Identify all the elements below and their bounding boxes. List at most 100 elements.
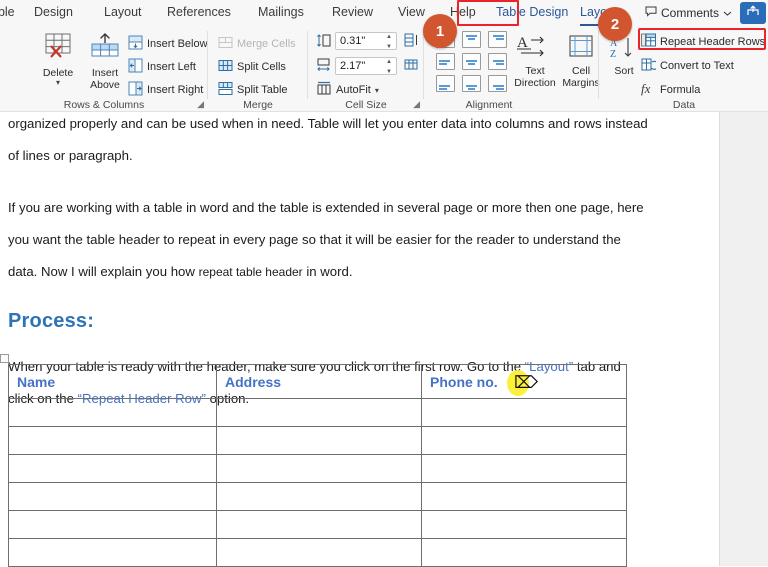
paragraph-2: If you are working with a table in word … <box>8 192 648 288</box>
align-middle-left-button[interactable] <box>436 53 455 70</box>
table-cell[interactable] <box>8 538 217 567</box>
step-badge-2: 2 <box>598 7 632 41</box>
tab-view[interactable]: View <box>395 2 428 24</box>
align-top-right-button[interactable] <box>488 31 507 48</box>
table-cell[interactable] <box>216 482 422 511</box>
table-header-cell-address[interactable]: Address <box>216 364 422 399</box>
formula-label: Formula <box>660 84 701 96</box>
table-cell[interactable] <box>216 538 422 567</box>
align-bottom-right-button[interactable] <box>488 75 507 92</box>
table-row[interactable] <box>8 426 627 455</box>
paragraph-2-run-2: repeat table header <box>198 265 303 279</box>
column-width-stepper[interactable]: ▲ ▼ <box>384 59 394 75</box>
table-cell[interactable] <box>8 398 217 427</box>
step-badge-1-number: 1 <box>435 22 445 40</box>
table-cell[interactable] <box>8 454 217 483</box>
table-row[interactable] <box>8 454 627 483</box>
insert-left-button[interactable]: Insert Left <box>128 57 196 77</box>
insert-below-button[interactable]: Insert Below <box>128 34 208 54</box>
split-cells-button[interactable]: Split Cells <box>218 57 286 77</box>
autofit-icon <box>316 81 332 99</box>
table-cell[interactable] <box>421 482 627 511</box>
distribute-columns-icon[interactable] <box>403 57 419 78</box>
insert-above-button[interactable]: Insert Above <box>82 32 128 91</box>
tab-design[interactable]: Design <box>31 2 76 24</box>
autofit-label: AutoFit <box>336 84 371 96</box>
step-badge-1: 1 <box>423 14 457 48</box>
chevron-down-icon[interactable]: ▾ <box>35 79 81 87</box>
insert-right-icon <box>128 81 143 99</box>
table-cell[interactable] <box>421 454 627 483</box>
table-cell[interactable] <box>216 398 422 427</box>
table-move-handle[interactable] <box>0 354 9 363</box>
table-cell[interactable] <box>216 510 422 539</box>
ribbon-group-cell-size: 0.31" ▲ ▼ 2.17" ▲ ▼ AutoFit ▾ Cell Size … <box>308 26 424 112</box>
chevron-down-icon[interactable] <box>723 4 732 23</box>
comments-button[interactable]: Comments <box>641 3 736 23</box>
table-cell[interactable] <box>421 398 627 427</box>
tab-table-design[interactable]: Table Design <box>493 2 571 24</box>
table-column-width-icon <box>316 58 331 78</box>
chevron-down-icon[interactable]: ▼ <box>386 69 392 75</box>
tab-layout-page[interactable]: Layout <box>101 2 145 24</box>
table-row[interactable] <box>8 510 627 539</box>
table-cell[interactable] <box>421 510 627 539</box>
merge-cells-button[interactable]: Merge Cells <box>218 34 296 54</box>
table-cell[interactable] <box>216 454 422 483</box>
table-cell[interactable] <box>8 482 217 511</box>
table-row[interactable] <box>8 398 627 427</box>
share-button[interactable] <box>740 2 766 24</box>
insert-left-label: Insert Left <box>147 61 196 73</box>
document-page[interactable]: organized properly and can be used when … <box>0 112 720 567</box>
table-cell[interactable] <box>8 510 217 539</box>
cell-margins-label-line1: Cell <box>571 65 591 77</box>
insert-right-label: Insert Right <box>147 84 204 96</box>
tab-review[interactable]: Review <box>329 2 376 24</box>
document-table[interactable]: Name Address Phone no. <box>8 364 627 567</box>
table-row[interactable] <box>8 482 627 511</box>
convert-to-text-button[interactable]: Convert to Text <box>641 56 734 76</box>
svg-text:Z: Z <box>610 49 616 60</box>
table-header-cell-name[interactable]: Name <box>8 364 217 399</box>
paragraph-1: organized properly and can be used when … <box>8 108 648 172</box>
autofit-button[interactable]: AutoFit ▾ <box>316 80 379 100</box>
merge-cells-label: Merge Cells <box>237 38 296 50</box>
delete-table-button[interactable]: Delete ▾ <box>35 32 81 87</box>
align-top-center-button[interactable] <box>462 31 481 48</box>
chevron-down-icon[interactable]: ▾ <box>375 86 379 95</box>
ribbon-group-data: A Z Sort Repeat Header Rows Convert to T… <box>599 26 768 112</box>
repeat-header-rows-button[interactable]: Repeat Header Rows <box>641 32 765 52</box>
row-height-stepper[interactable]: ▲ ▼ <box>384 34 394 50</box>
split-cells-label: Split Cells <box>237 61 286 73</box>
convert-to-text-icon <box>641 57 659 75</box>
table-column-width-input[interactable]: 2.17" ▲ ▼ <box>335 57 397 75</box>
chevron-up-icon[interactable]: ▲ <box>386 59 392 65</box>
tab-references[interactable]: References <box>164 2 234 24</box>
text-direction-label-line1: Text <box>525 65 545 77</box>
distribute-rows-icon[interactable] <box>403 32 419 53</box>
table-cell[interactable] <box>216 426 422 455</box>
align-bottom-center-button[interactable] <box>462 75 481 92</box>
table-cell[interactable] <box>421 538 627 567</box>
chevron-down-icon[interactable]: ▼ <box>386 44 392 50</box>
text-direction-button[interactable]: A Text Direction <box>512 34 558 89</box>
chevron-up-icon[interactable]: ▲ <box>386 34 392 40</box>
ribbon: able Design Layout References Mailings R… <box>0 0 768 112</box>
align-middle-center-button[interactable] <box>462 53 481 70</box>
table-cell[interactable] <box>421 426 627 455</box>
insert-right-button[interactable]: Insert Right <box>128 80 203 100</box>
align-bottom-left-button[interactable] <box>436 75 455 92</box>
split-table-button[interactable]: Split Table <box>218 80 288 100</box>
align-middle-right-button[interactable] <box>488 53 507 70</box>
tab-mailings[interactable]: Mailings <box>255 2 307 24</box>
table-row[interactable] <box>8 538 627 567</box>
insert-left-icon <box>128 58 143 76</box>
insert-below-icon <box>128 35 143 53</box>
tab-table-cutoff[interactable]: able <box>0 2 18 24</box>
formula-button[interactable]: fx Formula <box>641 80 700 100</box>
table-cell[interactable] <box>8 426 217 455</box>
ribbon-group-rows-columns: Delete ▾ Insert Above Insert Below Inser… <box>0 26 208 112</box>
paragraph-2-run-3: in word. <box>302 264 353 279</box>
merge-cells-icon <box>218 35 233 53</box>
table-row-height-input[interactable]: 0.31" ▲ ▼ <box>335 32 397 50</box>
